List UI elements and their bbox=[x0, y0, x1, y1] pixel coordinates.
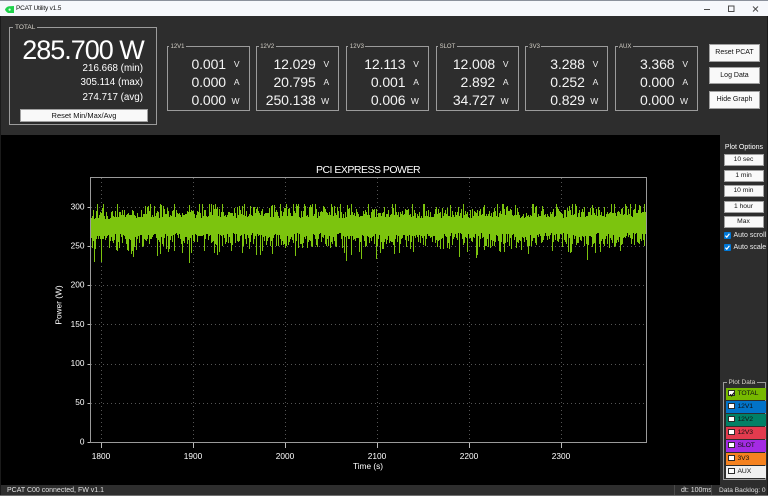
svg-text:200: 200 bbox=[71, 280, 85, 290]
svg-text:300: 300 bbox=[71, 201, 85, 211]
svg-text:150: 150 bbox=[71, 319, 85, 329]
svg-text:250: 250 bbox=[71, 241, 85, 251]
svg-text:Time (s): Time (s) bbox=[353, 461, 383, 471]
svg-text:100: 100 bbox=[71, 358, 85, 368]
svg-text:2100: 2100 bbox=[368, 451, 387, 461]
svg-text:0: 0 bbox=[80, 436, 85, 446]
svg-text:Power (W): Power (W) bbox=[54, 285, 64, 324]
svg-text:50: 50 bbox=[75, 397, 85, 407]
svg-text:2000: 2000 bbox=[276, 451, 295, 461]
svg-text:1900: 1900 bbox=[184, 451, 203, 461]
svg-text:2300: 2300 bbox=[552, 451, 571, 461]
svg-text:2200: 2200 bbox=[460, 451, 479, 461]
svg-text:1800: 1800 bbox=[92, 451, 111, 461]
svg-text:PCI EXPRESS POWER: PCI EXPRESS POWER bbox=[316, 164, 421, 176]
